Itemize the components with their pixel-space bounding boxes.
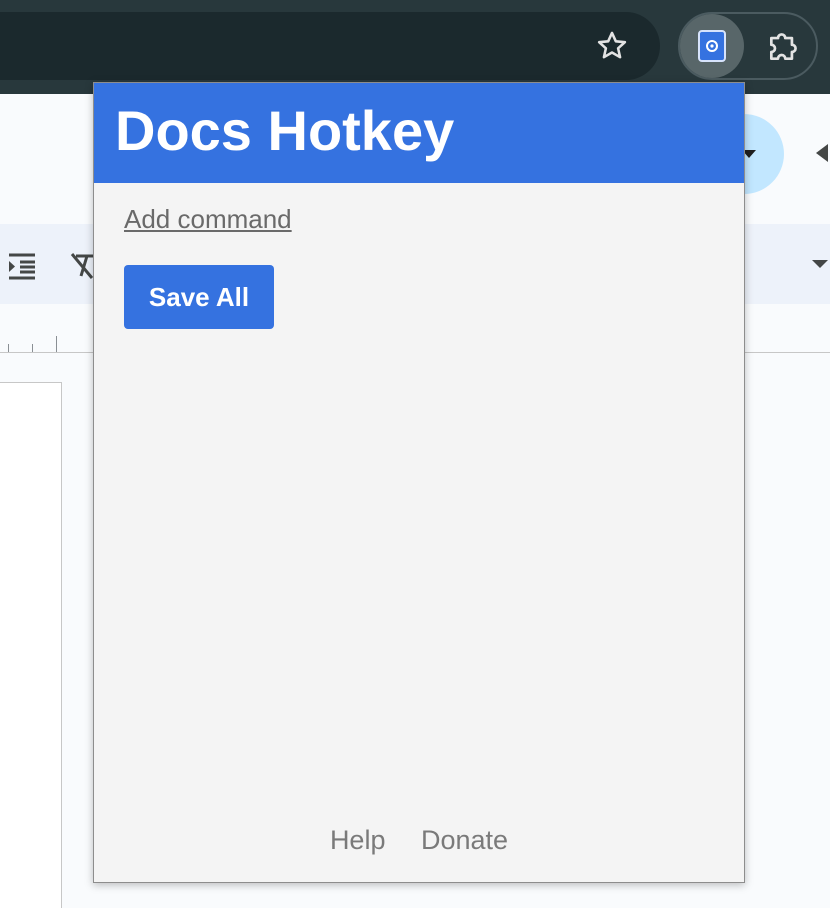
- add-command-link[interactable]: Add command: [124, 203, 292, 235]
- toolbar-overflow-caret-icon[interactable]: [812, 260, 828, 268]
- popup-header: Docs Hotkey: [94, 83, 744, 183]
- browser-toolbar: [0, 0, 830, 94]
- docs-hotkey-extension-icon: [698, 30, 726, 62]
- address-bar[interactable]: [0, 12, 660, 80]
- help-link[interactable]: Help: [330, 825, 386, 855]
- star-outline-icon: [597, 31, 627, 59]
- save-all-button[interactable]: Save All: [124, 265, 274, 329]
- ruler-tick: [8, 344, 9, 352]
- extension-popup: Docs Hotkey Add command Save All Help Do…: [93, 82, 745, 883]
- document-page[interactable]: [0, 382, 62, 908]
- ruler-tick: [32, 344, 33, 352]
- bookmark-star-icon[interactable]: [592, 26, 632, 66]
- popup-footer: Help Donate: [94, 823, 744, 857]
- side-panel-arrow-icon[interactable]: [816, 144, 828, 162]
- screen: Docs Hotkey Add command Save All Help Do…: [0, 0, 830, 908]
- ruler-tick: [56, 336, 57, 352]
- donate-link[interactable]: Donate: [421, 825, 508, 855]
- extensions-menu-button[interactable]: [762, 26, 806, 66]
- popup-title: Docs Hotkey: [115, 99, 455, 162]
- indent-icon[interactable]: [6, 250, 38, 282]
- docs-hotkey-extension-button[interactable]: [680, 14, 744, 78]
- puzzle-piece-icon: [769, 33, 797, 61]
